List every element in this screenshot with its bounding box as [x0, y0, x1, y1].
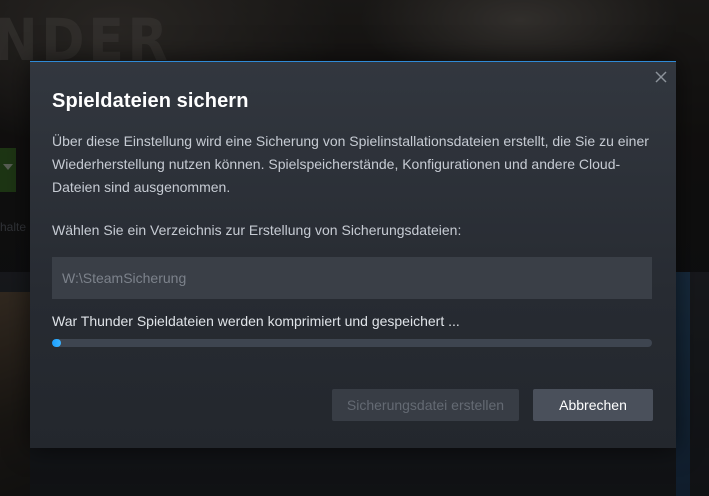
progress-bar: [52, 339, 652, 347]
directory-label: Wählen Sie ein Verzeichnis zur Erstellun…: [52, 222, 462, 238]
dialog-title: Spieldateien sichern: [52, 90, 249, 112]
progress-label: War Thunder Spieldateien werden komprimi…: [52, 313, 460, 329]
directory-input[interactable]: [52, 257, 652, 299]
backup-dialog: Spieldateien sichern Über diese Einstell…: [30, 61, 676, 448]
cancel-button[interactable]: Abbrechen: [533, 389, 653, 421]
create-backup-button[interactable]: Sicherungsdatei erstellen: [332, 389, 519, 421]
close-button[interactable]: [654, 70, 668, 84]
close-icon: [655, 71, 667, 83]
dialog-description: Über diese Einstellung wird eine Sicheru…: [52, 133, 649, 195]
progress-bar-fill: [52, 339, 61, 347]
